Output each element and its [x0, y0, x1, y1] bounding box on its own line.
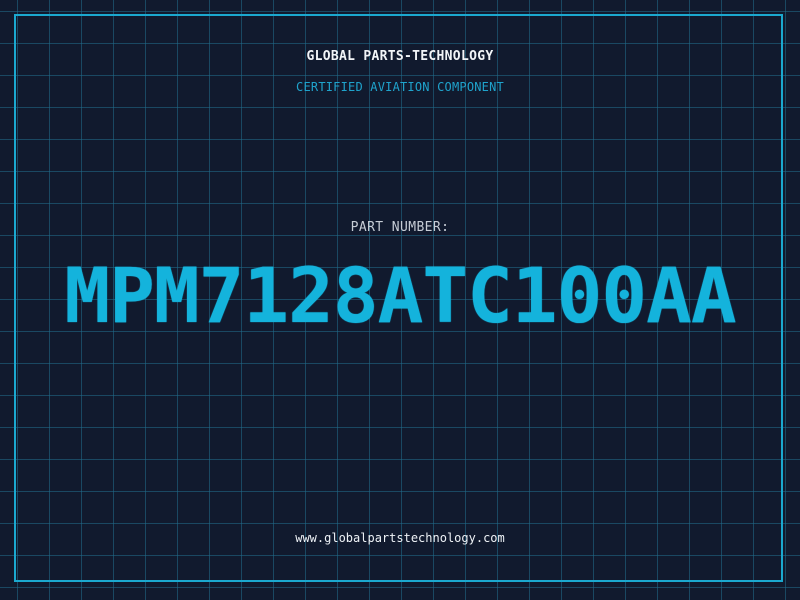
- part-number-value: MPM7128ATC100AA: [64, 251, 736, 340]
- brand-title: GLOBAL PARTS-TECHNOLOGY: [306, 49, 494, 64]
- part-number-label: PART NUMBER:: [350, 220, 450, 235]
- website-url: www.globalpartstechnology.com: [295, 531, 505, 545]
- tagline: CERTIFIED AVIATION COMPONENT: [296, 80, 504, 94]
